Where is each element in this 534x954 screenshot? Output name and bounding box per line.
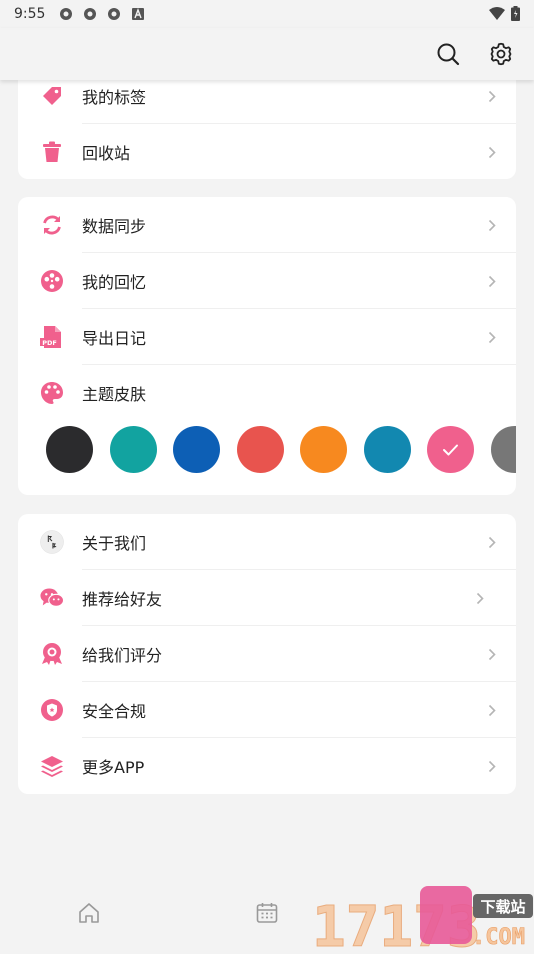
status-time: 9:55 (14, 6, 46, 22)
menu-item-label: 推荐给好友 (82, 590, 163, 609)
menu-item-label: 主题皮肤 (82, 385, 147, 404)
theme-color-swatch[interactable] (109, 426, 157, 473)
wechat-icon (40, 586, 64, 610)
trash-icon (40, 140, 64, 164)
chevron-right-icon (488, 89, 498, 103)
menu-card-2: 数据同步 我的回忆 PDF 导出日记 主题皮肤 (18, 197, 516, 495)
theme-color-swatch[interactable] (173, 426, 220, 473)
menu-item-security-compliance[interactable]: 安全合规 (18, 682, 516, 738)
nav-calendar-button[interactable] (254, 900, 280, 926)
menu-item-label: 我的标签 (82, 88, 147, 107)
menu-item-theme-skin: 主题皮肤 (18, 365, 516, 421)
film-reel-icon (40, 269, 64, 293)
palette-icon (40, 381, 64, 405)
sync-icon (40, 213, 64, 237)
app-logo-icon (40, 530, 64, 554)
watermark-site: 下载站 (480, 898, 525, 916)
layers-icon (40, 754, 64, 778)
menu-item-data-sync[interactable]: 数据同步 (18, 197, 516, 253)
theme-color-swatch[interactable] (46, 426, 93, 473)
nav-home-button[interactable] (76, 900, 102, 926)
chevron-right-icon (488, 218, 498, 232)
top-app-bar (0, 28, 534, 80)
chevron-right-icon (488, 703, 498, 717)
search-icon (437, 43, 460, 66)
theme-color-swatch[interactable] (490, 426, 516, 473)
menu-item-about-us[interactable]: 关于我们 (18, 514, 516, 570)
pdf-file-icon: PDF (40, 325, 64, 349)
menu-item-recommend-to-friends[interactable]: 推荐给好友 (18, 570, 516, 626)
menu-card-3: 关于我们 推荐给好友 给我们评分 安全合规 更多APP (18, 514, 516, 794)
chevron-right-icon (476, 591, 486, 605)
status-bar: 9:55 (0, 0, 534, 28)
shield-icon (40, 698, 64, 722)
chevron-right-icon (488, 145, 498, 159)
site-watermark-logo: 17173 下载站 .COM (310, 882, 534, 954)
theme-color-swatch[interactable] (363, 426, 411, 473)
tag-icon (40, 84, 64, 108)
theme-color-swatch[interactable] (300, 426, 347, 473)
chevron-right-icon (488, 535, 498, 549)
notification-icon (59, 7, 73, 21)
menu-item-my-memories[interactable]: 我的回忆 (18, 253, 516, 309)
gear-icon (490, 42, 512, 66)
home-icon (79, 903, 99, 923)
watermark-domain: .COM (472, 925, 525, 950)
menu-item-more-apps[interactable]: 更多APP (18, 738, 516, 794)
theme-color-swatch[interactable] (427, 426, 474, 473)
battery-icon (511, 6, 520, 25)
check-icon (443, 444, 458, 456)
calendar-icon (256, 903, 278, 923)
notification-icon (107, 7, 121, 21)
menu-item-recycle-bin[interactable]: 回收站 (18, 124, 516, 179)
menu-item-label: 安全合规 (82, 702, 147, 721)
font-app-icon (131, 7, 145, 21)
wifi-icon (489, 6, 505, 25)
menu-item-label: 数据同步 (82, 217, 147, 236)
pdf-icon-text: PDF (42, 339, 57, 347)
chevron-right-icon (488, 330, 498, 344)
notification-icon (83, 7, 97, 21)
menu-card-1: 我的标签 回收站 (18, 68, 516, 179)
chevron-right-icon (488, 759, 498, 773)
search-button[interactable] (434, 40, 462, 68)
menu-item-label: 回收站 (82, 144, 131, 163)
menu-item-label: 我的回忆 (82, 273, 147, 292)
chevron-right-icon (488, 647, 498, 661)
settings-button[interactable] (487, 40, 515, 68)
menu-item-label: 关于我们 (82, 534, 147, 553)
menu-item-label: 导出日记 (82, 329, 147, 348)
menu-item-rate-us[interactable]: 给我们评分 (18, 626, 516, 682)
chevron-right-icon (488, 274, 498, 288)
menu-item-label: 更多APP (82, 758, 145, 777)
menu-item-label: 给我们评分 (82, 646, 163, 665)
theme-color-swatch[interactable] (236, 426, 284, 473)
rating-badge-icon (40, 642, 64, 666)
menu-item-export-diary[interactable]: PDF 导出日记 (18, 309, 516, 365)
